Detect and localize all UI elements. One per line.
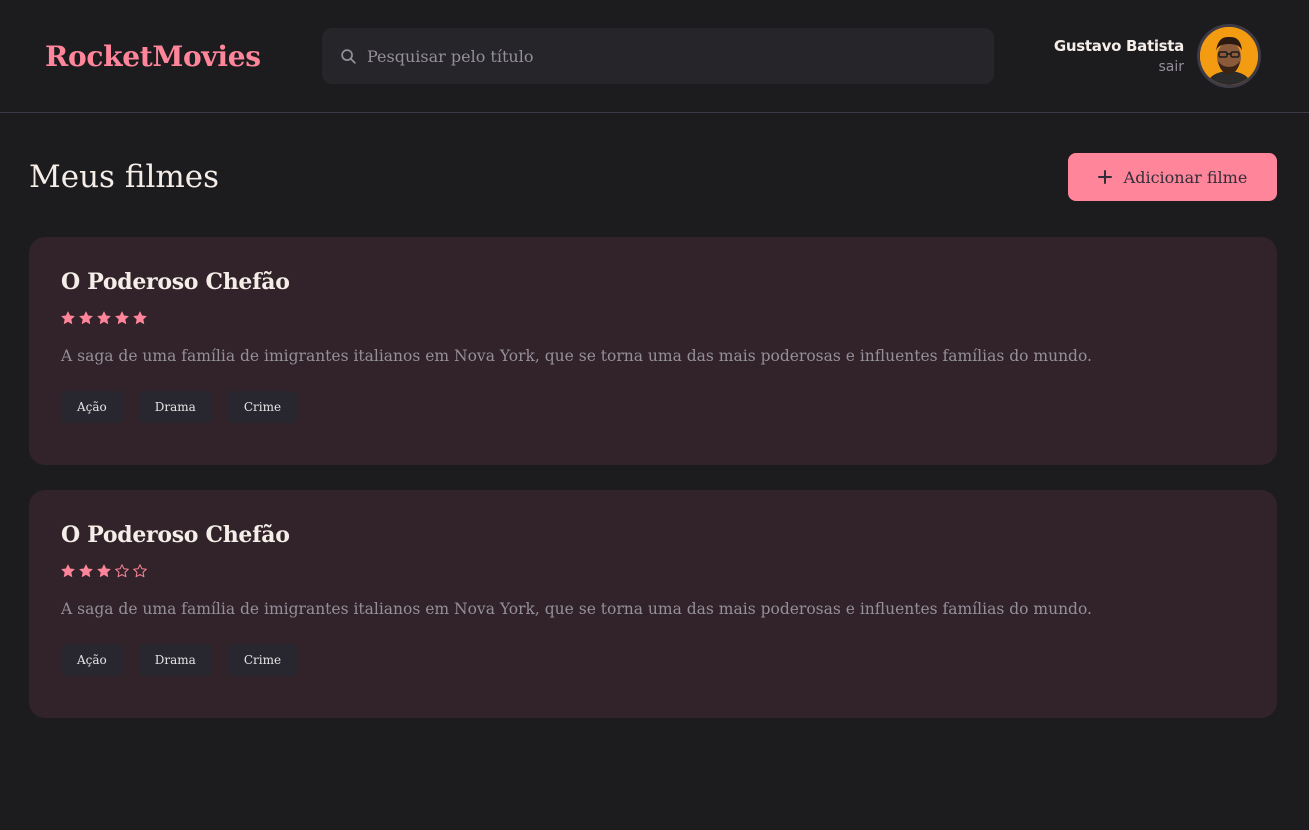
title-row: Meus filmes Adicionar filme bbox=[29, 153, 1277, 201]
tag: Drama bbox=[138, 644, 212, 676]
tag: Ação bbox=[61, 391, 123, 423]
main-content: Meus filmes Adicionar filme O Poderoso C… bbox=[0, 113, 1309, 718]
tag: Ação bbox=[61, 644, 123, 676]
movie-description: A saga de uma família de imigrantes ital… bbox=[61, 347, 1092, 365]
tag: Crime bbox=[227, 391, 298, 423]
app-header: RocketMovies Gustavo Batista sair bbox=[0, 0, 1309, 113]
avatar-image bbox=[1200, 27, 1258, 85]
movie-tags: Ação Drama Crime bbox=[61, 391, 1245, 423]
movie-rating bbox=[61, 311, 1245, 325]
movie-list: O Poderoso Chefão A saga de uma família … bbox=[29, 237, 1277, 718]
search-bar[interactable] bbox=[322, 28, 994, 84]
star-outline-icon bbox=[133, 564, 147, 578]
star-filled-icon bbox=[61, 564, 75, 577]
movie-title: O Poderoso Chefão bbox=[61, 269, 290, 295]
star-filled-icon bbox=[79, 311, 93, 324]
movie-tags: Ação Drama Crime bbox=[61, 644, 1245, 676]
brand-logo[interactable]: RocketMovies bbox=[45, 40, 322, 73]
logout-link[interactable]: sair bbox=[1054, 59, 1184, 75]
add-movie-label: Adicionar filme bbox=[1123, 167, 1248, 187]
plus-icon bbox=[1097, 170, 1112, 184]
avatar[interactable] bbox=[1197, 24, 1261, 88]
star-filled-icon bbox=[97, 311, 111, 324]
star-filled-icon bbox=[61, 311, 75, 324]
tag: Crime bbox=[227, 644, 298, 676]
user-profile: Gustavo Batista sair bbox=[1054, 24, 1261, 88]
star-filled-icon bbox=[133, 311, 147, 324]
star-filled-icon bbox=[79, 564, 93, 577]
star-filled-icon bbox=[97, 564, 111, 577]
page-title: Meus filmes bbox=[29, 159, 220, 195]
add-movie-button[interactable]: Adicionar filme bbox=[1068, 153, 1277, 201]
movie-card[interactable]: O Poderoso Chefão A saga de uma família … bbox=[29, 237, 1277, 465]
movie-title: O Poderoso Chefão bbox=[61, 522, 290, 548]
star-filled-icon bbox=[115, 311, 129, 324]
search-input[interactable] bbox=[367, 46, 976, 66]
user-name: Gustavo Batista bbox=[1053, 37, 1184, 55]
movie-description: A saga de uma família de imigrantes ital… bbox=[61, 600, 1092, 618]
tag: Drama bbox=[138, 391, 212, 423]
star-outline-icon bbox=[115, 564, 129, 578]
movie-card[interactable]: O Poderoso Chefão A saga de uma família … bbox=[29, 490, 1277, 718]
movie-rating bbox=[61, 564, 1245, 578]
search-icon bbox=[341, 48, 356, 64]
